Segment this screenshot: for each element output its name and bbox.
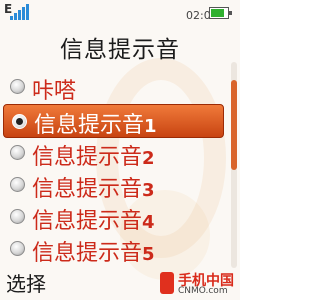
option-label: 信息提示音5 bbox=[32, 241, 155, 266]
option-row-tone-1[interactable]: 信息提示音1 bbox=[3, 104, 224, 138]
scroll-thumb[interactable] bbox=[231, 80, 237, 170]
option-label: 咔嗒 bbox=[32, 79, 77, 104]
signal-strength-icon bbox=[10, 4, 32, 20]
option-row-tone-4[interactable]: 信息提示音4 bbox=[0, 202, 226, 234]
option-row-kada[interactable]: 咔嗒 bbox=[0, 72, 226, 104]
radio-button-icon[interactable] bbox=[10, 145, 25, 160]
phone-screen: E 02:04 信息提示音 咔嗒 信息提示音1 信息提示音2 信息提示音3 信息… bbox=[0, 0, 240, 300]
scrollbar[interactable] bbox=[231, 62, 237, 268]
watermark-logo-icon bbox=[160, 272, 174, 294]
option-label: 信息提示音3 bbox=[32, 177, 155, 202]
radio-button-icon[interactable] bbox=[10, 79, 25, 94]
page-title: 信息提示音 bbox=[60, 37, 180, 63]
radio-button-icon[interactable] bbox=[10, 241, 25, 256]
radio-dot bbox=[16, 118, 23, 125]
battery-fill bbox=[211, 9, 224, 17]
radio-button-selected-icon[interactable] bbox=[12, 114, 27, 129]
option-row-tone-5[interactable]: 信息提示音5 bbox=[0, 234, 226, 266]
option-label: 信息提示音1 bbox=[34, 113, 157, 138]
softkey-select[interactable]: 选择 bbox=[6, 268, 46, 297]
option-row-tone-2[interactable]: 信息提示音2 bbox=[0, 138, 226, 170]
radio-button-icon[interactable] bbox=[10, 209, 25, 224]
option-label: 信息提示音4 bbox=[32, 209, 155, 234]
battery-tip bbox=[229, 11, 232, 15]
battery-icon bbox=[209, 7, 232, 19]
option-label: 信息提示音2 bbox=[32, 145, 155, 170]
watermark: 手机中国 CNMO.com bbox=[160, 270, 238, 298]
watermark-url: CNMO.com bbox=[178, 286, 228, 296]
status-bar: E 02:04 bbox=[0, 0, 240, 30]
radio-button-icon[interactable] bbox=[10, 177, 25, 192]
option-row-tone-3[interactable]: 信息提示音3 bbox=[0, 170, 226, 202]
